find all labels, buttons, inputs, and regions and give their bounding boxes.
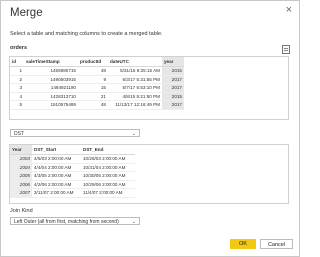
document-icon[interactable]	[282, 45, 290, 54]
column-header-year[interactable]: year	[162, 57, 184, 67]
table-row: 2006 4/2/06 2:00:00 AM 10/29/06 2:00:00 AM	[10, 180, 135, 189]
table-cell: 11/4/07 2:00:00 AM	[81, 188, 135, 198]
first-table-name: orders	[10, 45, 28, 51]
table-cell: 10/31/04 2:00:00 AM	[81, 163, 135, 172]
column-header-dst-end[interactable]: DST_End	[81, 145, 135, 155]
table-cell: 1455980715	[24, 66, 78, 76]
table-row: 2 1490503915 9 6/3/17 5:31:55 PM 2017	[10, 75, 184, 84]
orders-table: id saleTimeStamp productId dateUTC year …	[10, 57, 184, 110]
table-row: 2007 3/11/07 2:00:00 AM 11/4/07 2:00:00 AM	[10, 188, 135, 198]
table-cell: 15	[78, 83, 108, 93]
table-cell: 2003	[10, 154, 32, 164]
table-cell: 2004	[10, 163, 32, 172]
table-cell: 9	[78, 75, 108, 84]
table-cell: 2	[10, 75, 24, 84]
column-header-saletimestamp[interactable]: saleTimeStamp	[24, 57, 78, 67]
table-row: 3 1494921190 15 5/7/17 6:53:10 PM 2017	[10, 83, 184, 93]
column-header-dateutc[interactable]: dateUTC	[108, 57, 162, 67]
table-cell: 1510575469	[24, 100, 78, 110]
merge-dialog: Merge × Select a table and matching colu…	[0, 0, 300, 257]
column-header-productid[interactable]: productId	[78, 57, 108, 67]
table-cell: 4/4/04 2:00:00 AM	[32, 163, 81, 172]
join-kind-value: Left Outer (all from first, matching fro…	[14, 219, 119, 225]
table-cell: 2017	[162, 83, 184, 93]
cancel-button[interactable]: Cancel	[260, 239, 293, 249]
table-cell: 10/26/03 2:00:00 AM	[81, 154, 135, 164]
second-table-preview: Year DST_Start DST_End 2003 4/6/03 2:00:0…	[9, 144, 289, 204]
table-row: 2003 4/6/03 2:00:00 AM 10/26/03 2:00:00 AM	[10, 154, 135, 164]
join-kind-label: Join Kind	[10, 208, 33, 214]
table-cell: 2007	[10, 188, 32, 198]
table-cell: 5	[10, 100, 24, 110]
table-header-row: id saleTimeStamp productId dateUTC year	[10, 57, 184, 67]
table-cell: 5/31/15 8:25:15 AM	[108, 66, 162, 76]
table-row: 2005 4/3/05 2:00:00 AM 10/30/05 2:00:00 AM	[10, 171, 135, 181]
table-cell: 10/29/06 2:00:00 AM	[81, 180, 135, 189]
table-row: 2004 4/4/04 2:00:00 AM 10/31/04 2:00:00 AM	[10, 163, 135, 172]
table-cell: 6/3/17 5:31:55 PM	[108, 75, 162, 84]
chevron-down-icon: ⌄	[131, 131, 136, 137]
join-kind-dropdown[interactable]: Left Outer (all from first, matching fro…	[10, 217, 140, 225]
table-cell: 2017	[162, 100, 184, 110]
table-cell: 11/13/17 12:16:49 PM	[108, 100, 162, 110]
column-header-dst-start[interactable]: DST_Start	[32, 145, 81, 155]
dialog-title: Merge	[10, 7, 43, 19]
table-row: 5 1510575469 48 11/13/17 12:16:49 PM 2017	[10, 100, 184, 110]
table-header-row: Year DST_Start DST_End	[10, 145, 135, 155]
table-cell: 1428313710	[24, 92, 78, 101]
chevron-down-icon: ⌄	[131, 219, 136, 225]
table-cell: 48	[78, 66, 108, 76]
dst-table: Year DST_Start DST_End 2003 4/6/03 2:00:0…	[10, 145, 135, 198]
table-cell: 1494921190	[24, 83, 78, 93]
table-cell: 3	[10, 83, 24, 93]
table-cell: 4/6/03 2:00:00 AM	[32, 154, 81, 164]
table-cell: 1490503915	[24, 75, 78, 84]
second-table-dropdown-value: DST	[14, 131, 24, 137]
close-icon[interactable]: ×	[286, 4, 292, 16]
ok-button[interactable]: OK	[230, 239, 256, 249]
column-header-year[interactable]: Year	[10, 145, 32, 155]
table-cell: 21	[78, 92, 108, 101]
table-cell: 48	[78, 100, 108, 110]
table-cell: 1	[10, 66, 24, 76]
second-table-dropdown[interactable]: DST ⌄	[10, 129, 140, 137]
table-row: 4 1428313710 21 4/8/15 5:21:50 PM 2015	[10, 92, 184, 101]
table-row: 1 1455980715 48 5/31/15 8:25:15 AM 2015	[10, 66, 184, 76]
table-cell: 4/8/15 5:21:50 PM	[108, 92, 162, 101]
table-cell: 2017	[162, 75, 184, 84]
table-cell: 4/2/06 2:00:00 AM	[32, 180, 81, 189]
column-header-id[interactable]: id	[10, 57, 24, 67]
table-cell: 5/7/17 6:53:10 PM	[108, 83, 162, 93]
dialog-subtitle: Select a table and matching columns to c…	[10, 31, 163, 37]
table-cell: 3/11/07 2:00:00 AM	[32, 188, 81, 198]
table-cell: 2015	[162, 66, 184, 76]
table-cell: 4	[10, 92, 24, 101]
table-cell: 2006	[10, 180, 32, 189]
table-cell: 2005	[10, 171, 32, 181]
table-cell: 2015	[162, 92, 184, 101]
first-table-preview: id saleTimeStamp productId dateUTC year …	[9, 56, 289, 120]
table-cell: 10/30/05 2:00:00 AM	[81, 171, 135, 181]
table-cell: 4/3/05 2:00:00 AM	[32, 171, 81, 181]
